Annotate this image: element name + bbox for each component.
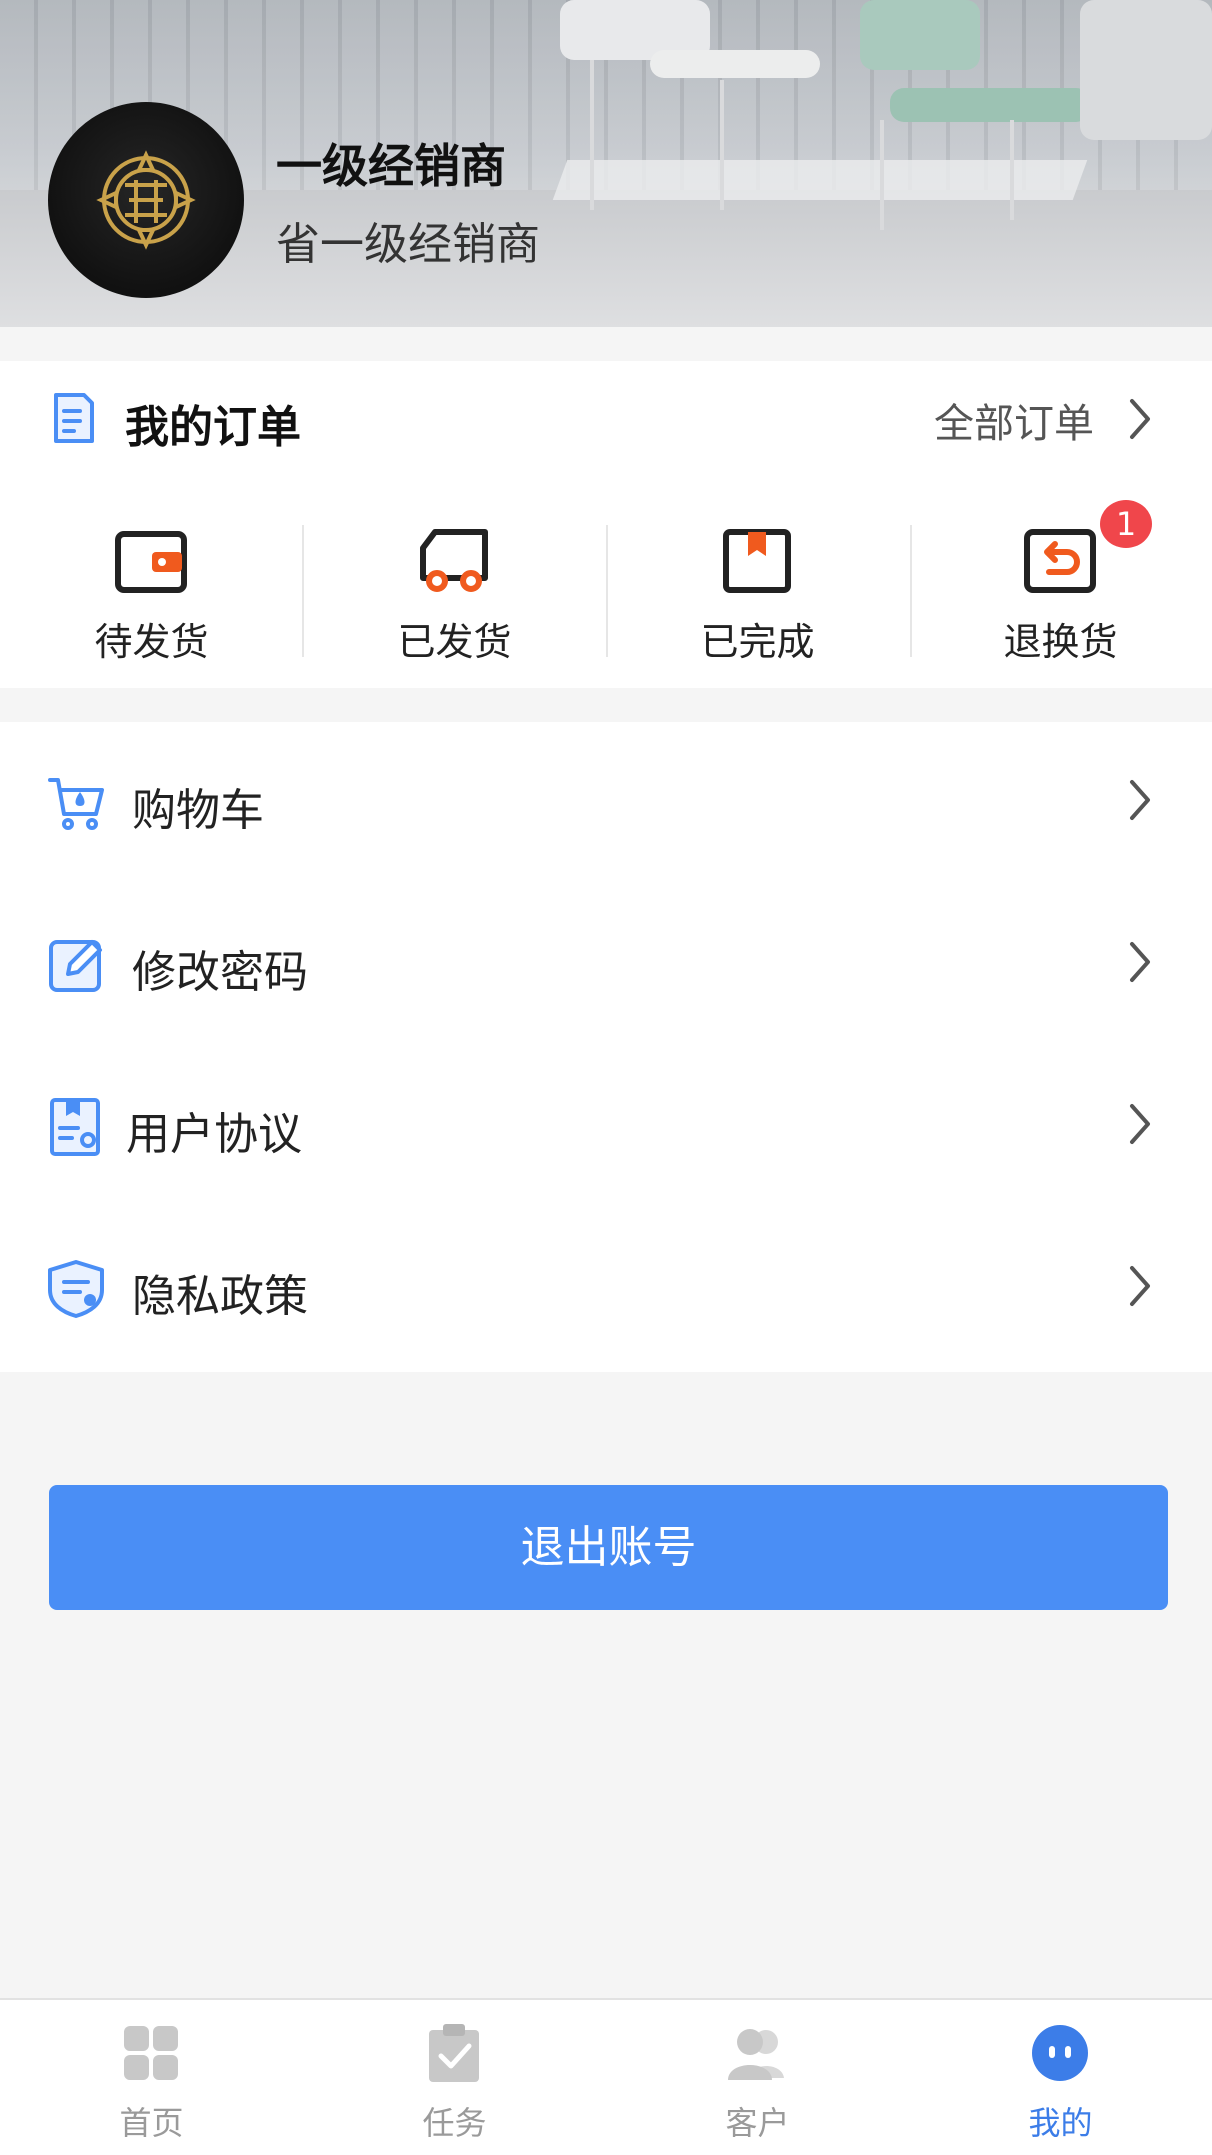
chevron-right-icon	[1126, 778, 1154, 826]
bottom-tab-bar: 首页 任务 客户 我的	[0, 1998, 1212, 2155]
tab-label: 客户	[725, 2104, 790, 2142]
clipboard-check-icon	[423, 2022, 485, 2084]
user-role: 省一级经销商	[276, 219, 540, 270]
menu-item-user-agreement[interactable]: 用户协议	[0, 1046, 1212, 1208]
order-list-icon	[50, 391, 98, 451]
cart-icon	[46, 772, 108, 834]
chevron-right-icon	[1126, 1264, 1154, 1312]
menu-item-cart[interactable]: 购物车	[0, 722, 1212, 884]
menu-item-label: 购物车	[132, 785, 264, 836]
tab-home[interactable]: 首页	[0, 2000, 303, 2155]
orders-title: 我的订单	[125, 402, 301, 453]
edit-icon	[46, 934, 108, 996]
header-background-rug	[552, 160, 1088, 200]
shield-icon	[46, 1258, 108, 1320]
logo-icon	[96, 150, 196, 250]
order-status-shipped[interactable]: 已发货	[303, 526, 606, 676]
menu-list: 购物车 修改密码 用户协议 隐私政策	[0, 722, 1212, 1372]
order-status-returns[interactable]: 退换货	[909, 526, 1212, 676]
profile-bubble-icon	[1029, 2022, 1091, 2084]
menu-item-label: 隐私政策	[132, 1271, 308, 1322]
menu-item-label: 用户协议	[126, 1109, 302, 1160]
menu-item-change-password[interactable]: 修改密码	[0, 884, 1212, 1046]
order-status-label: 已发货	[397, 620, 512, 664]
order-status-label: 退换货	[1003, 620, 1118, 664]
menu-item-label: 修改密码	[132, 947, 308, 998]
return-icon	[1021, 526, 1099, 596]
chevron-right-icon	[1126, 940, 1154, 988]
tab-label: 我的	[1028, 2104, 1093, 2142]
header-chair-decoration	[890, 88, 1090, 122]
chevron-right-icon[interactable]	[1126, 397, 1154, 445]
order-status-pending-shipment[interactable]: 待发货	[0, 526, 303, 676]
header-chair-decoration	[860, 0, 980, 70]
menu-item-privacy-policy[interactable]: 隐私政策	[0, 1208, 1212, 1370]
bookmark-box-icon	[718, 526, 796, 596]
user-name: 一级经销商	[276, 139, 506, 193]
order-status-label: 已完成	[700, 620, 815, 664]
grid-icon	[120, 2022, 182, 2084]
avatar[interactable]	[48, 102, 244, 298]
tab-label: 首页	[119, 2104, 184, 2142]
order-status-completed[interactable]: 已完成	[606, 526, 909, 676]
tab-label: 任务	[422, 2104, 487, 2142]
truck-icon	[415, 526, 493, 596]
document-icon	[46, 1096, 108, 1158]
all-orders-link[interactable]: 全部订单	[934, 391, 1094, 449]
tab-mine[interactable]: 我的	[909, 2000, 1212, 2155]
logout-button[interactable]: 退出账号	[49, 1485, 1168, 1610]
profile-header: 一级经销商 省一级经销商	[0, 0, 1212, 327]
tab-tasks[interactable]: 任务	[303, 2000, 606, 2155]
tab-customers[interactable]: 客户	[606, 2000, 909, 2155]
wallet-icon	[112, 526, 190, 596]
order-status-label: 待发货	[94, 620, 209, 664]
header-chair-decoration	[650, 50, 820, 78]
users-icon	[726, 2022, 788, 2084]
header-chair-decoration	[1080, 0, 1212, 140]
chevron-right-icon	[1126, 1102, 1154, 1150]
returns-count-badge: 1	[1100, 500, 1152, 548]
